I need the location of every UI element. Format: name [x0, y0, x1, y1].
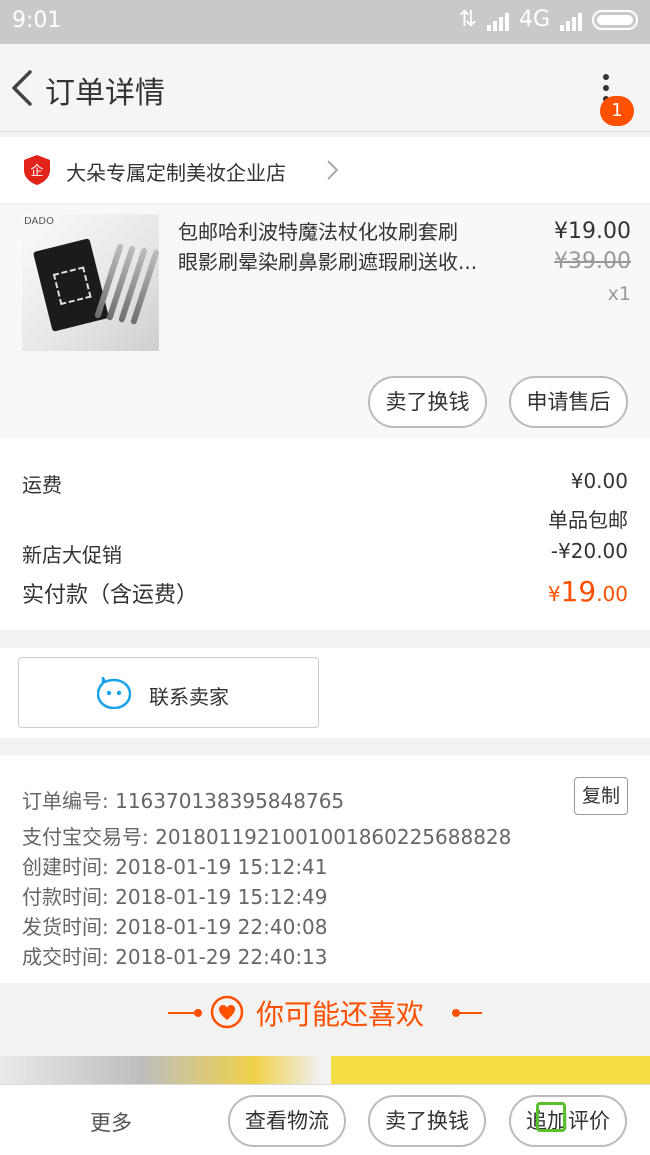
after-sale-button[interactable]: 申请售后 — [509, 376, 628, 428]
promo-label: 新店大促销 — [22, 543, 122, 567]
status-icons: ⇅ 4G — [459, 7, 638, 32]
network-type: 4G — [518, 7, 550, 32]
shipping-label: 运费 — [22, 473, 62, 497]
promo-row: 新店大促销 -¥20.00 — [22, 539, 628, 568]
signal-icon — [486, 9, 509, 31]
recommend-header: 你可能还喜欢 — [0, 983, 650, 1045]
back-arrow-icon[interactable] — [8, 66, 38, 110]
product-card[interactable]: DADO 包邮哈利波特魔法杖化妆刷套刷 眼影刷晕染刷鼻影刷遮瑕刷送收... ¥1… — [0, 205, 650, 438]
completed-time: 成交时间: 2018-01-29 22:40:13 — [22, 945, 328, 969]
data-arrows-icon: ⇅ — [458, 7, 477, 32]
contact-seller-label: 联系卖家 — [149, 685, 229, 709]
sell-for-cash-button[interactable]: 卖了换钱 — [368, 376, 487, 428]
header-bar: 订单详情 1 — [0, 44, 650, 132]
created-time: 创建时间: 2018-01-19 15:12:41 — [22, 855, 328, 879]
product-price: ¥19.00 — [554, 219, 631, 244]
alipay-number: 支付宝交易号: 2018011921001001860225688828 — [22, 825, 512, 849]
total-row: 实付款（含运费） ¥19.00 — [22, 575, 628, 609]
original-price: ¥39.00 — [554, 249, 631, 274]
promo-value: -¥20.00 — [550, 539, 628, 563]
view-logistics-button[interactable]: 查看物流 — [228, 1095, 346, 1147]
contact-section: 联系卖家 — [0, 648, 650, 738]
order-info: 订单编号: 116370138395848765 复制 支付宝交易号: 2018… — [0, 755, 650, 983]
copy-button[interactable]: 复制 — [574, 777, 628, 815]
divider-dot-left — [194, 1009, 202, 1017]
svg-text:企: 企 — [30, 163, 43, 179]
more-button[interactable]: 更多 — [90, 1107, 132, 1137]
recommend-items — [0, 1056, 650, 1086]
status-bar: 9:01 ⇅ 4G — [0, 0, 650, 44]
total-value: ¥19.00 — [548, 575, 628, 608]
heart-icon — [210, 995, 244, 1029]
order-number: 订单编号: 116370138395848765 — [22, 789, 345, 813]
product-title-line2: 眼影刷晕染刷鼻影刷遮瑕刷送收... — [178, 250, 478, 274]
enterprise-shop-icon: 企 — [24, 155, 50, 185]
sell-for-cash-bottom-button[interactable]: 卖了换钱 — [368, 1095, 486, 1147]
signal-icon-2 — [560, 9, 582, 31]
product-thumbnail[interactable]: DADO — [22, 214, 159, 351]
shipping-note: 单品包邮 — [548, 508, 628, 532]
add-review-button[interactable]: 追加评价 — [509, 1095, 627, 1147]
watermark-logo — [536, 1102, 566, 1132]
contact-seller-button[interactable]: 联系卖家 — [18, 657, 319, 728]
recommend-item-image[interactable] — [331, 1056, 650, 1086]
divider-right — [452, 1012, 482, 1014]
recommend-item-image[interactable] — [0, 1056, 319, 1086]
product-quantity: x1 — [607, 283, 631, 305]
paid-time: 付款时间: 2018-01-19 15:12:49 — [22, 885, 328, 909]
recommend-title: 你可能还喜欢 — [256, 998, 425, 1031]
thumb-logo: DADO — [24, 216, 54, 227]
total-integer: 19 — [560, 575, 597, 608]
battery-icon — [592, 9, 638, 30]
shipping-row: 运费 ¥0.00 — [22, 469, 628, 498]
page-title: 订单详情 — [45, 76, 165, 111]
fee-summary: 运费 ¥0.00 单品包邮 新店大促销 -¥20.00 实付款（含运费） ¥19… — [0, 438, 650, 630]
shop-row[interactable]: 企 大朵专属定制美妆企业店 — [0, 137, 650, 203]
chevron-right-icon — [327, 160, 339, 180]
product-title-line1: 包邮哈利波特魔法杖化妆刷套刷 — [178, 220, 458, 244]
shipped-time: 发货时间: 2018-01-19 22:40:08 — [22, 915, 328, 939]
total-currency: ¥ — [547, 582, 561, 606]
chat-face-icon — [97, 677, 131, 709]
shipping-value: ¥0.00 — [570, 469, 628, 493]
total-label: 实付款（含运费） — [22, 583, 199, 608]
notification-badge: 1 — [600, 96, 634, 126]
total-decimal: .00 — [596, 582, 628, 606]
product-title[interactable]: 包邮哈利波特魔法杖化妆刷套刷 眼影刷晕染刷鼻影刷遮瑕刷送收... — [178, 217, 508, 277]
shop-name: 大朵专属定制美妆企业店 — [66, 161, 286, 185]
status-time: 9:01 — [12, 8, 62, 33]
